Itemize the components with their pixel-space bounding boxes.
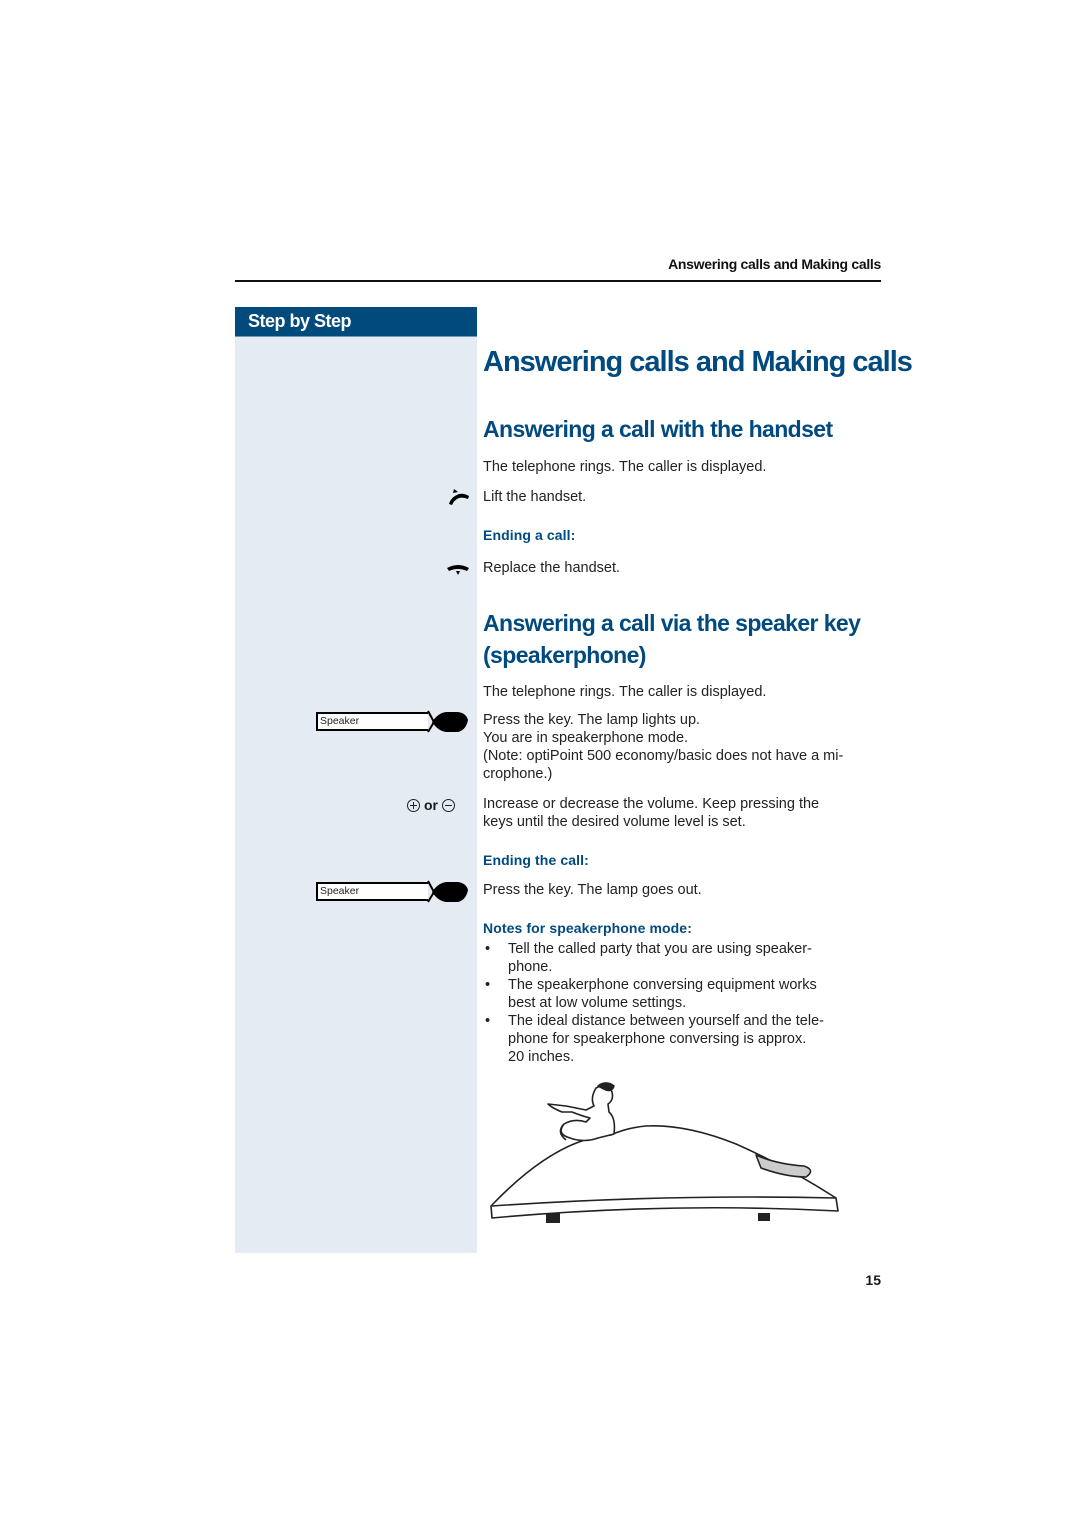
ending-a-call-heading: Ending a call: (483, 527, 576, 543)
lamp-goes-out-text: Press the key. The lamp goes out. (483, 882, 702, 898)
text-line: 20 inches. (508, 1049, 575, 1065)
text-line: The speakerphone conversing equipment wo… (508, 977, 817, 993)
handset-intro: The telephone rings. The caller is displ… (483, 459, 767, 475)
text-line: phone for speakerphone conversing is app… (508, 1031, 807, 1047)
ending-the-call-heading: Ending the call: (483, 852, 589, 868)
text-line: Tell the called party that you are using… (508, 941, 812, 957)
text-line: best at low volume settings. (508, 995, 687, 1011)
speaker-key-lamp-icon (427, 710, 468, 733)
lift-handset-text: Lift the handset. (483, 489, 587, 505)
section-heading-handset: Answering a call with the handset (483, 416, 833, 442)
text-line: You are in speakerphone mode. (483, 730, 689, 746)
notes-heading: Notes for speakerphone mode: (483, 920, 692, 936)
or-label: or (424, 797, 438, 813)
speaker-intro: The telephone rings. The caller is displ… (483, 684, 767, 700)
replace-handset-icon (447, 565, 469, 575)
page-number: 15 (865, 1272, 881, 1288)
text-line: Increase or decrease the volume. Keep pr… (483, 796, 820, 812)
header-rule (235, 280, 881, 282)
text-line: Press the key. The lamp lights up. (483, 712, 701, 728)
list-item: The speakerphone conversing equipment wo… (483, 976, 878, 1012)
speaker-key-label: Speaker (320, 885, 360, 897)
running-head: Answering calls and Making calls (668, 256, 881, 272)
plus-key-icon[interactable] (407, 798, 420, 812)
person-on-telephone-illustration (490, 1082, 839, 1223)
minus-key-icon[interactable] (442, 798, 455, 812)
text-line: phone. (508, 959, 553, 975)
sidebar-header: Step by Step (235, 307, 477, 337)
heading-line: Answering a call via the speaker key (483, 610, 861, 636)
volume-keys: or (407, 797, 455, 813)
text-line: keys until the desired volume level is s… (483, 814, 746, 830)
speaker-key[interactable]: Speaker (316, 712, 428, 731)
speaker-key[interactable]: Speaker (316, 882, 428, 901)
list-item: Tell the called party that you are using… (483, 940, 878, 976)
heading-line: (speakerphone) (483, 642, 646, 668)
replace-handset-text: Replace the handset. (483, 560, 621, 576)
text-line: crophone.) (483, 766, 553, 782)
notes-list: Tell the called party that you are using… (483, 940, 878, 1066)
text-line: The ideal distance between yourself and … (508, 1013, 824, 1029)
speaker-key-lamp-icon (427, 880, 468, 903)
press-key-text: Press the key. The lamp lights up. You a… (483, 711, 878, 783)
page-title: Answering calls and Making calls (483, 346, 913, 378)
step-by-step-sidebar (235, 307, 477, 1253)
lift-handset-icon (449, 489, 469, 505)
text-line: (Note: optiPoint 500 economy/basic does … (483, 748, 844, 764)
section-heading-speaker: Answering a call via the speaker key (sp… (483, 607, 861, 671)
list-item: The ideal distance between yourself and … (483, 1012, 878, 1066)
volume-text: Increase or decrease the volume. Keep pr… (483, 795, 878, 831)
speaker-key-label: Speaker (320, 715, 360, 727)
